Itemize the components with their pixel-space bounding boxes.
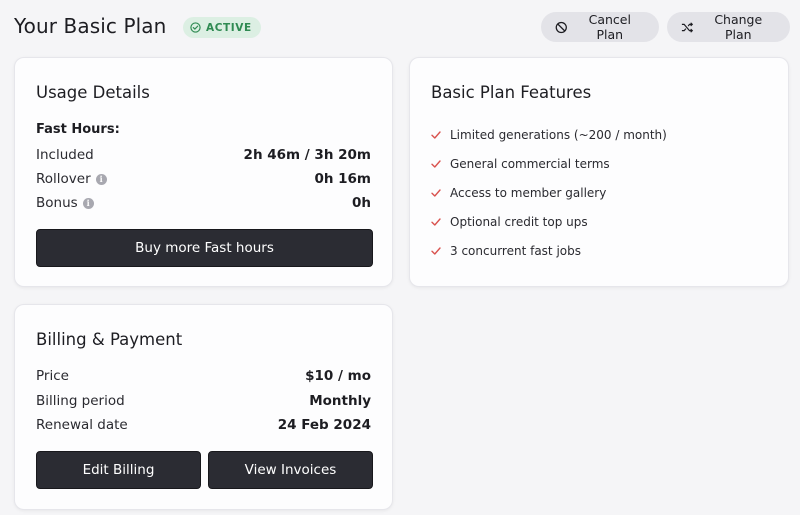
ban-icon xyxy=(555,21,567,33)
usage-row-value: 2h 46m / 3h 20m xyxy=(243,147,371,163)
check-icon xyxy=(431,188,441,197)
billing-row-value: Monthly xyxy=(309,393,371,409)
status-badge-label: ACTIVE xyxy=(206,21,252,34)
feature-item: Access to member gallery xyxy=(431,178,667,207)
usage-card-title: Usage Details xyxy=(36,83,150,102)
plan-page: Your Basic Plan ACTIVE Cancel Plan Chang… xyxy=(0,0,800,515)
usage-details-card: Usage Details Fast Hours: Included 2h 46… xyxy=(14,57,393,287)
page-title: Your Basic Plan xyxy=(14,14,167,38)
billing-row-renewal: Renewal date 24 Feb 2024 xyxy=(36,415,371,435)
edit-billing-button[interactable]: Edit Billing xyxy=(36,451,201,489)
usage-row-rollover: Rollover i 0h 16m xyxy=(36,169,371,189)
feature-item: Limited generations (~200 / month) xyxy=(431,120,667,149)
fast-hours-heading: Fast Hours: xyxy=(36,122,120,137)
usage-row-value: 0h 16m xyxy=(314,171,371,187)
billing-row-label: Renewal date xyxy=(36,417,128,433)
shuffle-icon xyxy=(681,21,694,33)
check-icon xyxy=(431,217,441,226)
check-icon xyxy=(431,159,441,168)
change-plan-label: Change Plan xyxy=(714,12,763,42)
usage-row-value: 0h xyxy=(351,195,371,211)
feature-text: Optional credit top ups xyxy=(450,214,588,229)
cancel-plan-button[interactable]: Cancel Plan xyxy=(541,12,659,42)
feature-item: 3 concurrent fast jobs xyxy=(431,236,667,265)
feature-text: Access to member gallery xyxy=(450,185,607,200)
billing-row-price: Price $10 / mo xyxy=(36,366,371,386)
feature-text: 3 concurrent fast jobs xyxy=(450,243,581,258)
billing-row-value: 24 Feb 2024 xyxy=(277,417,371,433)
view-invoices-button[interactable]: View Invoices xyxy=(208,451,373,489)
usage-row-label: Included xyxy=(36,147,94,163)
billing-row-value: $10 / mo xyxy=(305,368,371,384)
billing-row-label: Billing period xyxy=(36,393,125,409)
billing-card-title: Billing & Payment xyxy=(36,330,183,349)
feature-item: Optional credit top ups xyxy=(431,207,667,236)
billing-row-label: Price xyxy=(36,368,69,384)
feature-item: General commercial terms xyxy=(431,149,667,178)
check-circle-icon xyxy=(190,22,201,33)
usage-row-label: Rollover i xyxy=(36,171,107,187)
info-icon[interactable]: i xyxy=(95,173,107,185)
check-icon xyxy=(431,130,441,139)
usage-row-label: Bonus i xyxy=(36,195,94,211)
billing-row-period: Billing period Monthly xyxy=(36,391,371,411)
check-icon xyxy=(431,246,441,255)
features-card-title: Basic Plan Features xyxy=(431,83,592,102)
buy-fast-hours-button[interactable]: Buy more Fast hours xyxy=(36,229,373,267)
features-list: Limited generations (~200 / month) Gener… xyxy=(431,120,667,265)
cancel-plan-label: Cancel Plan xyxy=(588,12,631,42)
plan-header: Your Basic Plan ACTIVE Cancel Plan Chang… xyxy=(14,12,790,42)
usage-row-included: Included 2h 46m / 3h 20m xyxy=(36,145,371,165)
change-plan-button[interactable]: Change Plan xyxy=(667,12,790,42)
billing-payment-card: Billing & Payment Price $10 / mo Billing… xyxy=(14,304,393,510)
usage-row-bonus: Bonus i 0h xyxy=(36,193,371,213)
info-icon[interactable]: i xyxy=(82,197,94,209)
status-badge: ACTIVE xyxy=(183,17,261,38)
plan-features-card: Basic Plan Features Limited generations … xyxy=(409,57,789,287)
feature-text: General commercial terms xyxy=(450,156,610,171)
feature-text: Limited generations (~200 / month) xyxy=(450,127,667,142)
